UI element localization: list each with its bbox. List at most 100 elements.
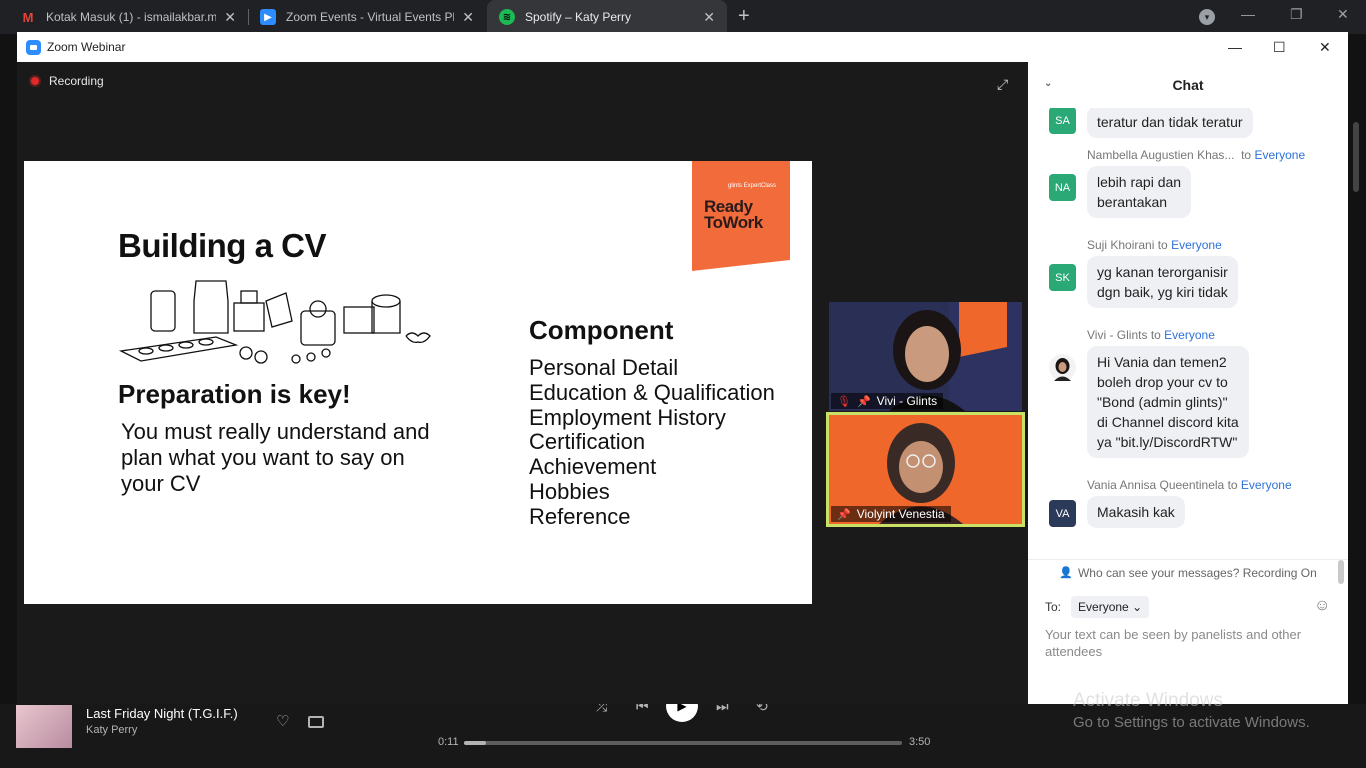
person-info-icon: 👤	[1059, 567, 1073, 579]
progress-bar[interactable]	[464, 741, 902, 745]
zoom-icon: ▶	[260, 9, 276, 25]
avatar	[1049, 354, 1076, 381]
chat-messages: SA teratur dan tidak teratur Nambella Au…	[1028, 108, 1348, 558]
recording-label: Recording	[49, 74, 104, 88]
chat-scrollbar[interactable]	[1338, 122, 1344, 584]
list-item: Personal Detail	[529, 355, 679, 380]
tab-spotify[interactable]: ≋ Spotify – Katy Perry ✕	[487, 0, 727, 34]
minimize-icon[interactable]: —	[1241, 6, 1255, 22]
readytowork-logo: glints ExpertClass Ready ToWork	[692, 161, 790, 271]
song-title[interactable]: Last Friday Night (T.G.I.F.)	[86, 706, 238, 721]
tab-title: Spotify – Katy Perry	[525, 10, 632, 24]
message-line: Makasih kak	[1097, 504, 1175, 520]
heart-icon[interactable]: ♡	[276, 712, 289, 730]
current-time: 0:11	[438, 736, 459, 748]
message-line: "Bond (admin glints)"	[1097, 394, 1228, 410]
fullscreen-icon[interactable]: ⤢	[997, 76, 1008, 93]
to-word: to	[1241, 148, 1252, 162]
who-can-see-text: Who can see your messages? Recording On	[1077, 565, 1317, 580]
chat-title: Chat	[1172, 77, 1204, 93]
slide-title: Building a CV	[118, 227, 327, 264]
window-title: Zoom Webinar	[47, 40, 126, 54]
message-bubble: yg kanan terorganisir dgn baik, yg kiri …	[1087, 256, 1238, 308]
to-word: to	[1150, 328, 1161, 342]
list-item: Employment History	[529, 404, 726, 430]
recipient-name: Everyone	[1171, 238, 1222, 252]
badge-title: Ready ToWork	[704, 198, 763, 232]
close-tab-icon[interactable]: ✕	[703, 9, 715, 26]
close-window-icon[interactable]: ✕	[1337, 6, 1349, 23]
message-line: dgn baik, yg kiri tidak	[1097, 284, 1228, 300]
close-icon[interactable]: ✕	[1319, 39, 1331, 56]
list-item: Certification	[529, 429, 646, 455]
avatar: VA	[1049, 500, 1076, 527]
sender-name: Suji Khoirani	[1087, 238, 1155, 252]
tab-search-icon[interactable]: ▾	[1199, 9, 1215, 25]
avatar: SK	[1049, 264, 1076, 291]
recipient-name: Everyone	[1164, 328, 1215, 342]
pin-icon: 📌	[856, 395, 871, 408]
message-bubble: Makasih kak	[1087, 496, 1185, 528]
new-tab-button[interactable]: +	[738, 6, 750, 26]
who-can-see-link[interactable]: 👤 Who can see your messages? Recording O…	[1028, 559, 1348, 585]
recipient-dropdown[interactable]: Everyone ⌄	[1071, 596, 1150, 618]
watermark-subtitle: Go to Settings to activate Windows.	[1073, 714, 1310, 731]
message-meta: Vivi - Glints to Everyone	[1087, 328, 1215, 342]
chat-panel: ⌄ Chat SA teratur dan tidak teratur Namb…	[1028, 62, 1348, 704]
spotify-icon: ≋	[499, 9, 515, 25]
message-line: boleh drop your cv to	[1097, 374, 1228, 390]
watermark-title: Activate Windows	[1073, 690, 1223, 711]
close-tab-icon[interactable]: ✕	[462, 9, 474, 26]
chevron-down-icon[interactable]: ⌄	[1044, 78, 1052, 89]
background-window-edge	[0, 34, 17, 704]
user-photo-icon	[1054, 358, 1071, 381]
maximize-icon[interactable]: ☐	[1273, 39, 1286, 56]
chevron-down-icon: ⌄	[1132, 600, 1143, 614]
activate-windows-watermark: Activate Windows Go to Settings to activ…	[1073, 690, 1310, 731]
to-word: to	[1227, 478, 1238, 492]
participant-name: Violyint Venestia	[856, 507, 945, 521]
component-heading: Component	[529, 315, 674, 345]
zoom-logo-icon	[26, 39, 41, 55]
list-item: Hobbies	[529, 478, 610, 504]
video-tile-violyint[interactable]: 📌 Violyint Venestia	[826, 412, 1025, 527]
message-line: berantakan	[1097, 194, 1168, 210]
message-line: Hi Vania dan temen2	[1097, 354, 1227, 370]
badge-line-2: ToWork	[704, 213, 763, 232]
emoji-icon[interactable]: ☺	[1314, 597, 1330, 615]
close-tab-icon[interactable]: ✕	[224, 9, 236, 26]
picture-in-picture-icon[interactable]	[308, 716, 324, 728]
chat-input[interactable]: Your text can be seen by panelists and o…	[1045, 626, 1335, 660]
recording-indicator[interactable]: Recording	[29, 74, 104, 88]
to-label: To:	[1045, 600, 1062, 614]
scrollbar-thumb[interactable]	[1353, 122, 1359, 192]
recipient-name: Everyone	[1240, 478, 1292, 492]
album-cover[interactable]	[16, 705, 72, 748]
total-time: 3:50	[909, 736, 931, 748]
message-line: ya "bit.ly/DiscordRTW"	[1097, 434, 1238, 450]
tab-gmail[interactable]: M Kotak Masuk (1) - ismailakbar.me ✕	[8, 0, 248, 34]
chat-header: ⌄ Chat	[1028, 62, 1348, 108]
minimize-icon[interactable]: —	[1228, 39, 1242, 55]
message-meta: Vania Annisa Queentinela to Everyone	[1087, 478, 1292, 492]
slide-subtitle: Preparation is key!	[118, 379, 351, 409]
message-line: lebih rapi dan	[1097, 174, 1182, 190]
gmail-icon: M	[20, 9, 36, 25]
sender-name: Vivi - Glints	[1087, 328, 1148, 342]
participant-name-tag: 🎙 📌 Vivi - Glints	[831, 393, 944, 409]
message-bubble: teratur dan tidak teratur	[1087, 108, 1253, 138]
list-item: Education & Qualification	[529, 379, 775, 405]
video-tile-vivi[interactable]: 🎙 📌 Vivi - Glints	[829, 302, 1022, 411]
recipient-name: Everyone	[1254, 148, 1306, 162]
message-line: di Channel discord kita	[1097, 414, 1239, 430]
tab-title: Zoom Events - Virtual Events Plat	[286, 10, 455, 24]
zoom-webinar-window: Zoom Webinar — ☐ ✕ Recording ⤢ Building …	[17, 32, 1348, 704]
avatar: NA	[1049, 174, 1076, 201]
sender-name: Nambella Augustien Khas...	[1087, 148, 1235, 162]
muted-mic-icon: 🎙	[837, 395, 851, 408]
restore-icon[interactable]: ❐	[1290, 6, 1303, 23]
participant-name: Vivi - Glints	[876, 394, 938, 408]
tab-zoom-events[interactable]: ▶ Zoom Events - Virtual Events Plat ✕	[248, 0, 486, 34]
artist-name[interactable]: Katy Perry	[86, 724, 137, 736]
list-item: Achievement	[529, 454, 657, 480]
